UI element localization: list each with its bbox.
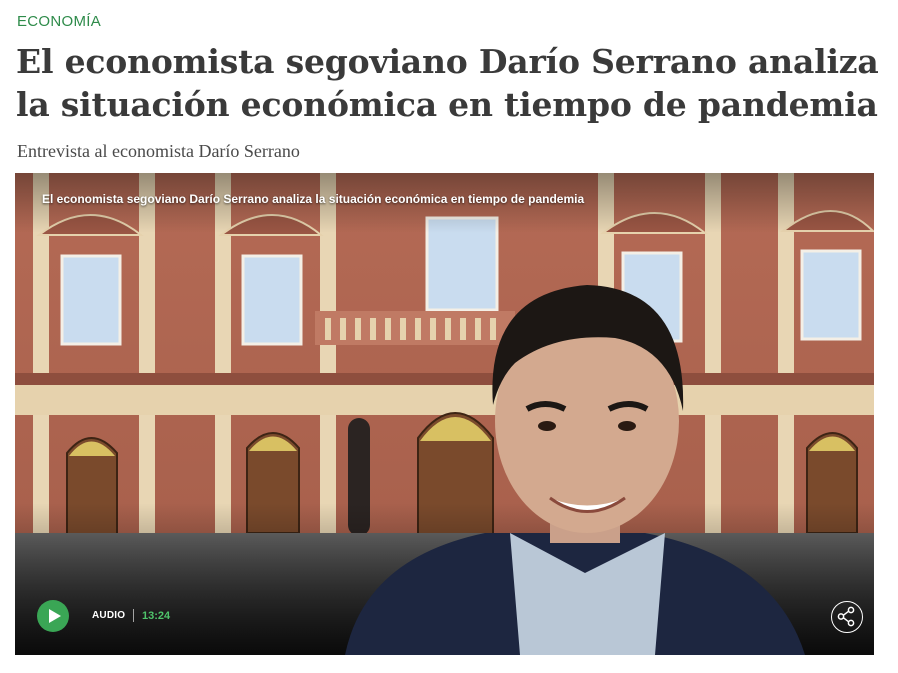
duration-label: 13:24: [142, 610, 171, 622]
share-icon: [837, 606, 855, 627]
video-thumbnail: [15, 173, 874, 655]
share-button[interactable]: [831, 601, 863, 633]
article-subheadline: Entrevista al economista Darío Serrano: [17, 141, 300, 161]
play-button[interactable]: [37, 600, 69, 632]
separator: [133, 609, 134, 622]
section-tag[interactable]: ECONOMÍA: [17, 13, 101, 30]
media-type-label: AUDIO: [92, 610, 126, 621]
video-title: El economista segoviano Darío Serrano an…: [42, 192, 585, 206]
media-player[interactable]: El economista segoviano Darío Serrano an…: [15, 173, 874, 655]
article-headline: El economista segoviano Darío Serrano an…: [16, 42, 879, 124]
play-icon: [49, 609, 61, 623]
